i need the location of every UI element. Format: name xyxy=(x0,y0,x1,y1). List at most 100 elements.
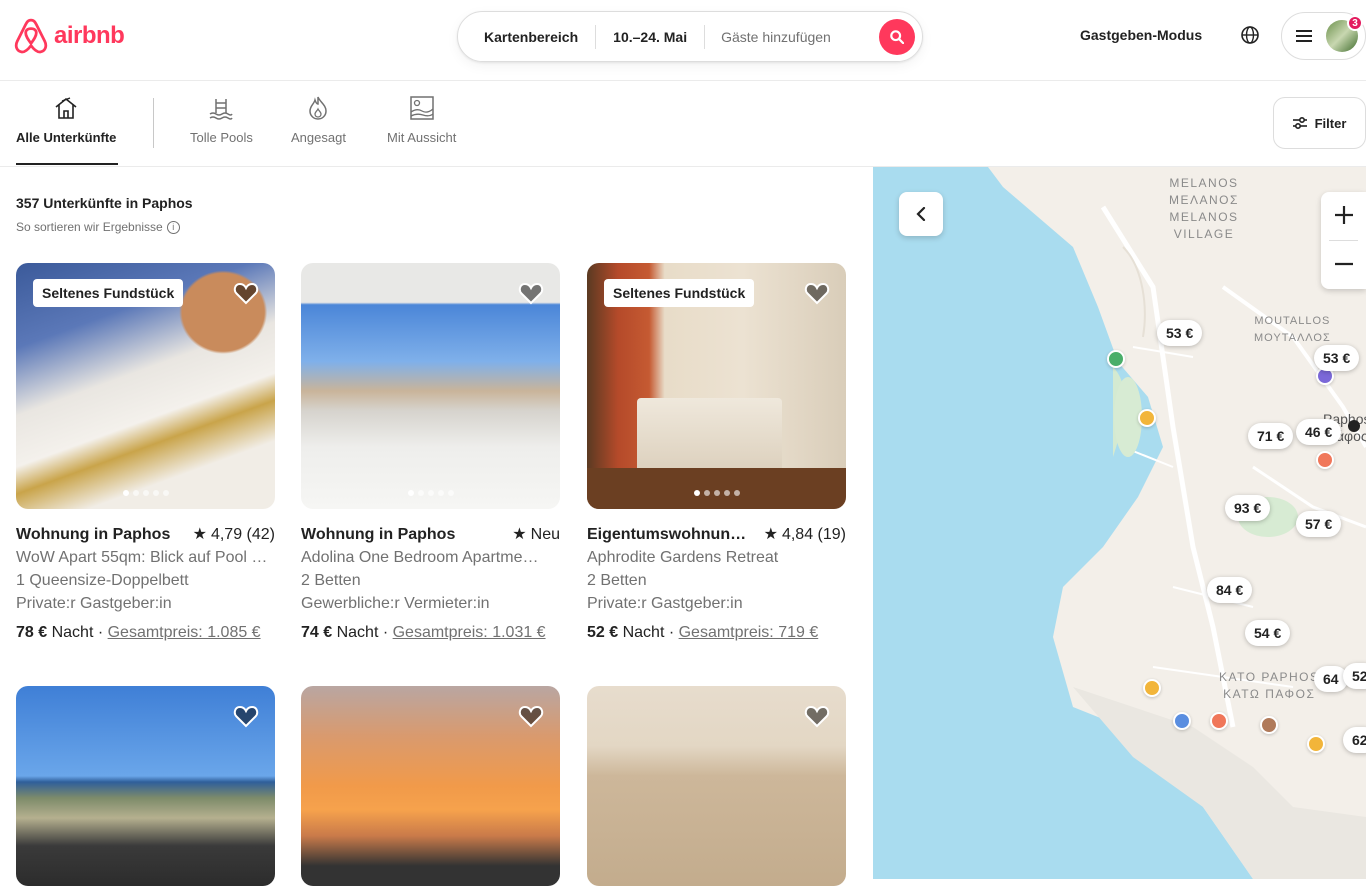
listing-photo[interactable]: Seltenes Fundstück xyxy=(16,263,275,509)
listing-host-type: Gewerbliche:r Vermieter:in xyxy=(301,595,490,612)
map-label-line: MELANOS xyxy=(1169,210,1239,224)
price-pin[interactable]: 46 € xyxy=(1296,419,1342,445)
map-label-line: ΜΕΛΑΝΟΣ xyxy=(1169,193,1239,207)
rare-find-badge: Seltenes Fundstück xyxy=(33,279,184,307)
category-trending[interactable]: Angesagt xyxy=(291,95,346,145)
logo-text: airbnb xyxy=(54,22,125,49)
listing-host-type: Private:r Gastgeber:in xyxy=(587,595,743,612)
category-pools[interactable]: Tolle Pools xyxy=(190,95,253,145)
listing-card[interactable] xyxy=(16,686,275,886)
carousel-dot xyxy=(437,490,444,496)
heart-icon[interactable] xyxy=(518,280,544,306)
info-icon[interactable]: i xyxy=(166,220,180,234)
restaurant-poi-icon[interactable] xyxy=(1316,451,1334,469)
listing-photo[interactable] xyxy=(587,686,846,886)
listing-card[interactable] xyxy=(587,686,846,886)
listing-photo[interactable]: Seltenes Fundstück xyxy=(587,263,846,509)
listing-title: Wohnung in Paphos xyxy=(16,526,171,543)
listing-rating: ★ Neu xyxy=(512,523,560,546)
map-panel[interactable]: MELANOS ΜΕΛΑΝΟΣ MELANOS VILLAGE MOUTALLO… xyxy=(873,167,1366,879)
total-price-link[interactable]: Gesamtpreis: 1.031 € xyxy=(393,624,546,641)
globe-icon[interactable] xyxy=(1240,25,1260,45)
price-pin[interactable]: 57 € xyxy=(1296,511,1342,537)
heart-icon[interactable] xyxy=(804,703,830,729)
listing-beds: 2 Betten xyxy=(587,572,647,589)
heart-icon[interactable] xyxy=(233,280,259,306)
listing-host-type: Private:r Gastgeber:in xyxy=(16,595,172,612)
listing-photo[interactable] xyxy=(301,686,560,886)
carousel-dot xyxy=(723,490,730,496)
listing-description: Aphrodite Gardens Retreat xyxy=(587,549,779,566)
total-price-link[interactable]: Gesamtpreis: 719 € xyxy=(679,624,819,641)
photo-carousel-dots[interactable] xyxy=(16,490,275,496)
search-guests[interactable]: Gäste hinzufügen xyxy=(705,29,845,45)
carousel-dot xyxy=(733,490,740,496)
park-poi-icon[interactable] xyxy=(1107,350,1125,368)
search-dates[interactable]: 10.–24. Mai xyxy=(596,29,704,45)
location-dot-icon xyxy=(1348,420,1360,432)
map-collapse-button[interactable] xyxy=(899,192,943,236)
search-location[interactable]: Kartenbereich xyxy=(458,29,595,45)
flame-icon xyxy=(309,96,328,120)
heart-icon[interactable] xyxy=(804,280,830,306)
category-all[interactable]: Alle Unterkünfte xyxy=(16,95,116,145)
listing-card[interactable]: Seltenes Fundstück Wohnung in Paphos ★ 4,… xyxy=(16,263,275,644)
price-pin[interactable]: 54 € xyxy=(1245,620,1291,646)
zoom-in-icon[interactable] xyxy=(1334,205,1354,225)
carousel-dot xyxy=(713,490,720,496)
museum-poi-icon[interactable] xyxy=(1260,716,1278,734)
avatar: 3 xyxy=(1326,15,1363,52)
category-label: Alle Unterkünfte xyxy=(16,130,117,145)
price-pin[interactable]: 62 xyxy=(1343,727,1366,753)
photo-carousel-dots[interactable] xyxy=(301,490,560,496)
price-pin[interactable]: 53 € xyxy=(1314,345,1360,371)
host-mode-link[interactable]: Gastgeben-Modus xyxy=(1080,27,1202,43)
photo-carousel-dots[interactable] xyxy=(587,490,846,496)
listing-photo[interactable] xyxy=(301,263,560,509)
rare-find-badge: Seltenes Fundstück xyxy=(604,279,755,307)
listing-card[interactable]: Seltenes Fundstück Eigentumswohnun… ★ 4,8… xyxy=(587,263,846,644)
zoom-out-icon[interactable] xyxy=(1334,254,1354,274)
sort-note[interactable]: So sortieren wir Ergebnisse i xyxy=(16,220,180,234)
airbnb-logo[interactable]: airbnb xyxy=(14,18,125,54)
price-pin[interactable]: 93 € xyxy=(1225,495,1271,521)
search-bar[interactable]: Kartenbereich 10.–24. Mai Gäste hinzufüg… xyxy=(457,11,923,62)
price-pin[interactable]: 84 € xyxy=(1207,577,1253,603)
search-button[interactable] xyxy=(879,19,915,55)
price-pin[interactable]: 53 € xyxy=(1157,320,1203,346)
listing-price: 74 € Nacht · Gesamtpreis: 1.031 € xyxy=(301,624,546,641)
map-label-line: ΜΟΥΤΑΛΛΟΣ xyxy=(1254,332,1331,344)
listing-card[interactable] xyxy=(301,686,560,886)
map-label-line: MELANOS xyxy=(1169,176,1239,190)
heart-icon[interactable] xyxy=(518,703,544,729)
heart-icon[interactable] xyxy=(233,703,259,729)
user-menu-button[interactable]: 3 xyxy=(1281,12,1366,60)
attraction-poi-icon[interactable] xyxy=(1138,409,1156,427)
filter-button[interactable]: Filter xyxy=(1273,97,1366,149)
menu-icon xyxy=(1296,30,1312,42)
price-pin[interactable]: 71 € xyxy=(1248,423,1294,449)
listing-rating: ★ 4,79 (42) xyxy=(193,523,275,546)
results-heading: 357 Unterkünfte in Paphos xyxy=(16,195,193,211)
total-price-link[interactable]: Gesamtpreis: 1.085 € xyxy=(108,624,261,641)
chevron-left-icon xyxy=(916,207,926,221)
restaurant-poi-icon[interactable] xyxy=(1210,712,1228,730)
category-label: Tolle Pools xyxy=(190,130,253,145)
category-label: Angesagt xyxy=(291,130,346,145)
sort-note-text: So sortieren wir Ergebnisse xyxy=(16,220,163,234)
map-zoom-controls xyxy=(1321,192,1366,289)
category-views[interactable]: Mit Aussicht xyxy=(387,95,456,145)
listing-title: Eigentumswohnun… xyxy=(587,526,747,543)
map-label-line: MOUTALLOS xyxy=(1254,315,1331,327)
listing-title: Wohnung in Paphos xyxy=(301,526,456,543)
carousel-dot xyxy=(427,490,434,496)
nightly-price: 52 € xyxy=(587,624,619,641)
attraction-poi-icon[interactable] xyxy=(1143,679,1161,697)
listing-photo[interactable] xyxy=(16,686,275,886)
pool-icon xyxy=(210,99,234,120)
price-pin[interactable]: 52 xyxy=(1343,663,1366,689)
map-place-label: MELANOS ΜΕΛΑΝΟΣ MELANOS VILLAGE xyxy=(1169,175,1239,243)
listing-card[interactable]: Wohnung in Paphos ★ Neu Adolina One Bedro… xyxy=(301,263,560,644)
attraction-poi-icon[interactable] xyxy=(1307,735,1325,753)
store-poi-icon[interactable] xyxy=(1173,712,1191,730)
